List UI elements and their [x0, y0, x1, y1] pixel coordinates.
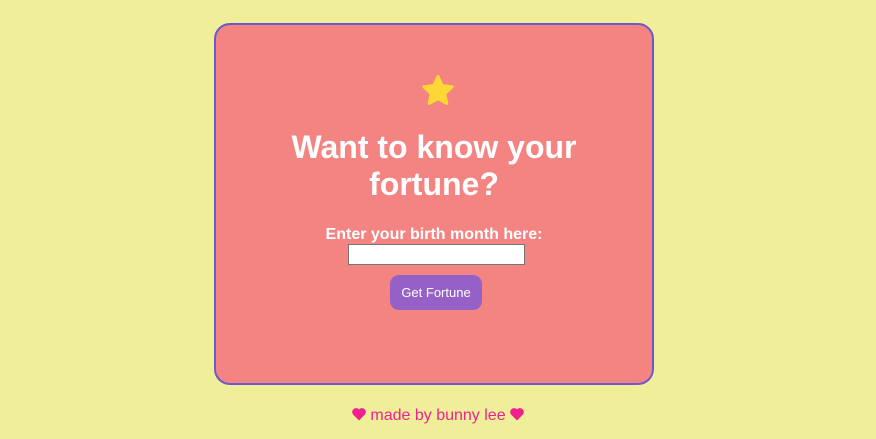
- heart-icon: [352, 408, 367, 421]
- heart-icon: [509, 408, 524, 421]
- page-title: Want to know your fortune?: [291, 129, 577, 202]
- star-icon: [422, 75, 454, 105]
- footer: made by bunny lee: [0, 406, 876, 426]
- footer-credit: made by bunny lee: [370, 407, 506, 424]
- birth-month-input[interactable]: [348, 244, 525, 265]
- birth-month-label: Enter your birth month here:: [325, 226, 543, 243]
- get-fortune-button[interactable]: Get Fortune: [390, 275, 482, 310]
- fortune-card: Want to know your fortune? Enter your bi…: [214, 23, 654, 385]
